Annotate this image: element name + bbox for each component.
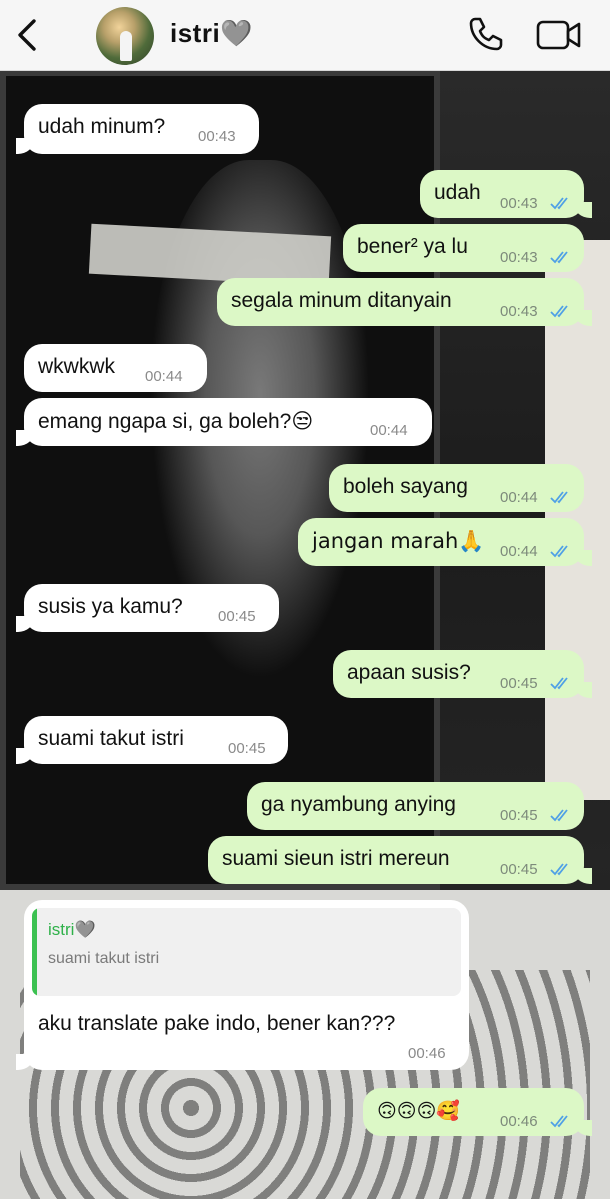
- message-text: udah: [434, 181, 481, 204]
- message-text: wkwkwk: [38, 355, 115, 378]
- message-text: suami takut istri: [38, 727, 184, 750]
- message-text: suami sieun istri mereun: [222, 847, 450, 870]
- message-time: 00:45: [228, 740, 266, 757]
- message-bubble-outgoing[interactable]: suami sieun istri mereun 00:45: [208, 836, 592, 884]
- reply-quoted-text: suami takut istri: [48, 950, 160, 967]
- message-bubble-incoming[interactable]: susis ya kamu? 00:45: [16, 584, 279, 632]
- phone-icon[interactable]: [466, 14, 506, 54]
- message-bubble-outgoing[interactable]: bener² ya lu 00:43: [343, 224, 584, 272]
- message-bubble-incoming[interactable]: suami takut istri 00:45: [16, 716, 288, 764]
- read-ticks-icon: [550, 251, 568, 264]
- message-bubble-outgoing[interactable]: jangan marah🙏 00:44: [298, 518, 592, 566]
- read-ticks-icon: [550, 677, 568, 690]
- message-text: susis ya kamu?: [38, 595, 183, 618]
- quoted-reply[interactable]: istri🩶 suami takut istri: [32, 908, 461, 996]
- message-text: segala minum ditanyain: [231, 289, 452, 312]
- message-bubble-incoming[interactable]: emang ngapa si, ga boleh?😒 00:44: [16, 398, 432, 446]
- message-time: 00:46: [500, 1113, 538, 1130]
- contact-name[interactable]: istri🩶: [170, 18, 253, 49]
- message-text: emang ngapa si, ga boleh?😒: [38, 410, 314, 433]
- read-ticks-icon: [550, 1115, 568, 1128]
- message-time: 00:43: [198, 128, 236, 145]
- read-ticks-icon: [550, 491, 568, 504]
- message-time: 00:43: [500, 195, 538, 212]
- read-ticks-icon: [550, 545, 568, 558]
- message-bubble-incoming[interactable]: wkwkwk 00:44: [24, 344, 207, 392]
- message-text: udah minum?: [38, 115, 166, 138]
- read-ticks-icon: [550, 305, 568, 318]
- message-time: 00:44: [145, 368, 183, 385]
- message-time: 00:45: [500, 675, 538, 692]
- message-text: aku translate pake indo, bener kan???: [38, 1012, 396, 1035]
- message-bubble-incoming-reply[interactable]: istri🩶 suami takut istri aku translate p…: [16, 900, 469, 1070]
- message-time: 00:44: [500, 543, 538, 560]
- message-time: 00:46: [408, 1045, 446, 1062]
- message-text: jangan marah🙏: [312, 529, 485, 553]
- message-time: 00:45: [500, 861, 538, 878]
- chevron-left-icon[interactable]: [12, 16, 46, 54]
- message-bubble-outgoing[interactable]: udah 00:43: [420, 170, 592, 218]
- message-bubble-outgoing[interactable]: boleh sayang 00:44: [329, 464, 584, 512]
- message-text: ga nyambung anying: [261, 793, 456, 816]
- message-time: 00:44: [500, 489, 538, 506]
- message-bubble-outgoing[interactable]: segala minum ditanyain 00:43: [217, 278, 592, 326]
- avatar[interactable]: [96, 7, 154, 65]
- message-time: 00:45: [218, 608, 256, 625]
- message-time: 00:43: [500, 249, 538, 266]
- reply-sender-name: istri🩶: [48, 920, 96, 939]
- message-bubble-outgoing[interactable]: apaan susis? 00:45: [333, 650, 592, 698]
- read-ticks-icon: [550, 809, 568, 822]
- message-text: boleh sayang: [343, 475, 468, 498]
- message-time: 00:44: [370, 422, 408, 439]
- message-text: 🙃🙃🙃🥰: [377, 1100, 461, 1122]
- read-ticks-icon: [550, 863, 568, 876]
- reply-accent-bar: [32, 908, 37, 996]
- read-ticks-icon: [550, 197, 568, 210]
- message-time: 00:45: [500, 807, 538, 824]
- message-text: bener² ya lu: [357, 235, 468, 258]
- chat-header: istri🩶: [0, 0, 610, 71]
- message-text: apaan susis?: [347, 661, 471, 684]
- message-bubble-outgoing[interactable]: 🙃🙃🙃🥰 00:46: [363, 1088, 592, 1136]
- message-bubble-outgoing[interactable]: ga nyambung anying 00:45: [247, 782, 584, 830]
- message-bubble-incoming[interactable]: udah minum? 00:43: [16, 104, 259, 154]
- message-time: 00:43: [500, 303, 538, 320]
- video-camera-icon[interactable]: [536, 18, 582, 52]
